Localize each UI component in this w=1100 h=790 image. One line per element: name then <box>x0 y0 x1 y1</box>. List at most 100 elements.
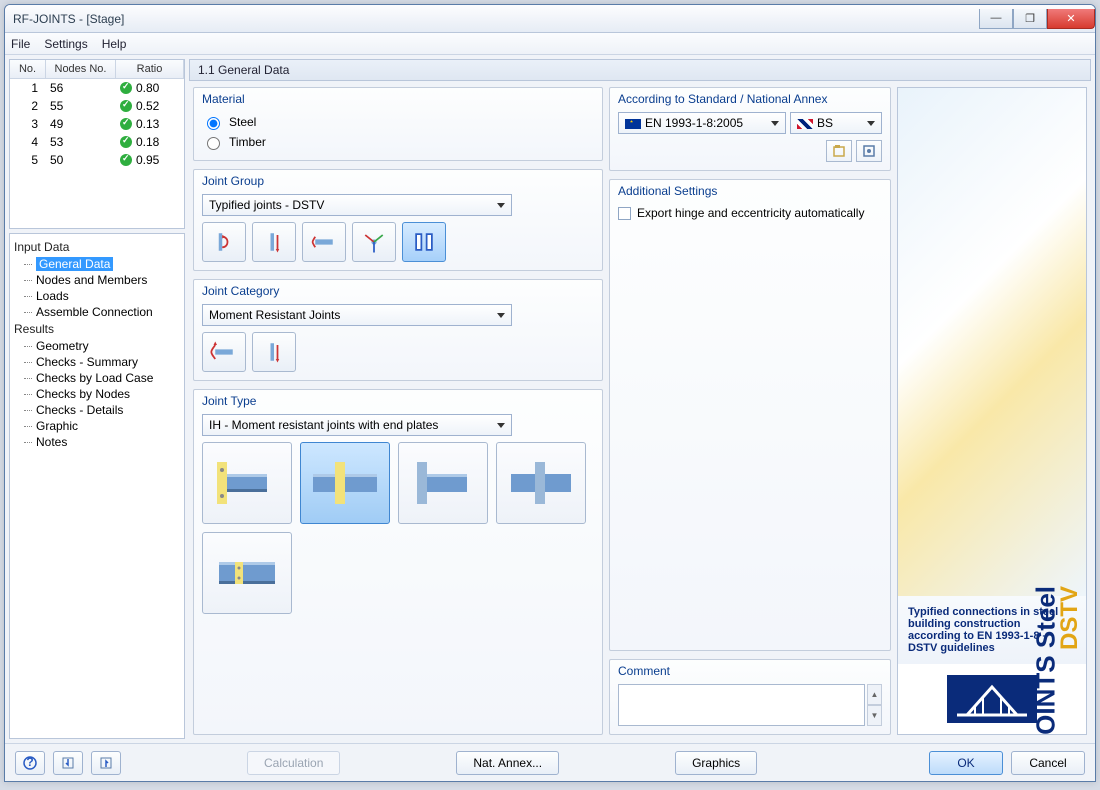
eu-flag-icon <box>625 119 641 129</box>
menu-help[interactable]: Help <box>102 37 127 51</box>
group-material-label: Material <box>194 88 602 108</box>
col-no[interactable]: No. <box>10 60 46 78</box>
check-ok-icon <box>120 82 132 94</box>
radio-timber-input[interactable] <box>207 137 220 150</box>
chevron-down-icon <box>497 423 505 428</box>
tree-item-geometry[interactable]: Geometry <box>14 338 182 354</box>
group-joint-type-label: Joint Type <box>194 390 602 410</box>
tree-item-checks-lc[interactable]: Checks by Load Case <box>14 370 182 386</box>
calculation-button[interactable]: Calculation <box>247 751 340 775</box>
joint-cat-opt-1[interactable] <box>202 332 246 372</box>
checkbox-icon[interactable] <box>618 207 631 220</box>
chk-export-hinge[interactable]: Export hinge and eccentricity automatica… <box>618 204 882 222</box>
grid-row[interactable]: 1 56 0.80 <box>10 79 184 97</box>
col-nodes[interactable]: Nodes No. <box>46 60 116 78</box>
group-joint-category: Joint Category Moment Resistant Joints <box>193 279 603 381</box>
radio-steel-input[interactable] <box>207 117 220 130</box>
combo-annex[interactable]: BS <box>790 112 882 134</box>
joint-group-opt-5[interactable] <box>402 222 446 262</box>
product-banner: RF-JOINTS Steel DSTV Typified connection… <box>897 87 1087 735</box>
combo-joint-category[interactable]: Moment Resistant Joints <box>202 304 512 326</box>
comment-scroll[interactable]: ▲▼ <box>867 684 882 726</box>
tree-item-nodes[interactable]: Nodes and Members <box>14 272 182 288</box>
svg-text:?: ? <box>26 756 33 769</box>
radio-steel[interactable]: Steel <box>202 112 594 132</box>
comment-input[interactable] <box>618 684 865 726</box>
grid-row[interactable]: 3 49 0.13 <box>10 115 184 133</box>
uk-flag-icon <box>797 119 813 129</box>
group-standard-label: According to Standard / National Annex <box>610 88 890 108</box>
chevron-down-icon <box>497 203 505 208</box>
results-grid: No. Nodes No. Ratio 1 56 0.80 2 55 0.52 … <box>9 59 185 229</box>
joint-type-thumb-2[interactable] <box>300 442 390 524</box>
joint-type-thumb-1[interactable] <box>202 442 292 524</box>
close-button[interactable]: ✕ <box>1047 9 1095 29</box>
content: No. Nodes No. Ratio 1 56 0.80 2 55 0.52 … <box>5 55 1095 743</box>
grid-row[interactable]: 2 55 0.52 <box>10 97 184 115</box>
tree-item-checks-details[interactable]: Checks - Details <box>14 402 182 418</box>
tree-item-assemble[interactable]: Assemble Connection <box>14 304 182 320</box>
chevron-down-icon <box>771 121 779 126</box>
group-additional: Additional Settings Export hinge and ecc… <box>609 179 891 651</box>
banner-subtitle: DSTV <box>1056 586 1084 650</box>
menubar: File Settings Help <box>5 33 1095 55</box>
menu-file[interactable]: File <box>11 37 30 51</box>
group-joint-type: Joint Type IH - Moment resistant joints … <box>193 389 603 735</box>
tree-item-loads[interactable]: Loads <box>14 288 182 304</box>
group-comment-label: Comment <box>610 660 890 680</box>
check-ok-icon <box>120 154 132 166</box>
joint-type-thumb-3[interactable] <box>398 442 488 524</box>
main-panel: 1.1 General Data Material Steel <box>189 59 1091 739</box>
grid-row[interactable]: 5 50 0.95 <box>10 151 184 169</box>
cancel-button[interactable]: Cancel <box>1011 751 1085 775</box>
chevron-down-icon <box>497 313 505 318</box>
check-ok-icon <box>120 118 132 130</box>
combo-joint-group[interactable]: Typified joints - DSTV <box>202 194 512 216</box>
combo-standard[interactable]: EN 1993-1-8:2005 <box>618 112 786 134</box>
chevron-down-icon <box>867 121 875 126</box>
export-button[interactable] <box>91 751 121 775</box>
group-comment: Comment ▲▼ <box>609 659 891 735</box>
joint-cat-opt-2[interactable] <box>252 332 296 372</box>
grid-header: No. Nodes No. Ratio <box>10 60 184 79</box>
nav-tree: Input Data General Data Nodes and Member… <box>9 233 185 739</box>
import-button[interactable] <box>53 751 83 775</box>
app-window: RF-JOINTS - [Stage] — ❐ ✕ File Settings … <box>4 4 1096 782</box>
joint-group-opt-1[interactable] <box>202 222 246 262</box>
titlebar: RF-JOINTS - [Stage] — ❐ ✕ <box>5 5 1095 33</box>
ok-button[interactable]: OK <box>929 751 1003 775</box>
left-column: No. Nodes No. Ratio 1 56 0.80 2 55 0.52 … <box>9 59 185 739</box>
joint-group-opt-2[interactable] <box>252 222 296 262</box>
joint-group-opt-3[interactable] <box>302 222 346 262</box>
group-joint-group-label: Joint Group <box>194 170 602 190</box>
help-button[interactable]: ? <box>15 751 45 775</box>
combo-joint-type[interactable]: IH - Moment resistant joints with end pl… <box>202 414 512 436</box>
annex-edit-button[interactable] <box>856 140 882 162</box>
minimize-button[interactable]: — <box>979 9 1013 29</box>
group-material: Material Steel Timber <box>193 87 603 161</box>
check-ok-icon <box>120 136 132 148</box>
form-left: Material Steel Timber <box>193 87 603 735</box>
tree-item-graphic[interactable]: Graphic <box>14 418 182 434</box>
tree-item-general[interactable]: General Data <box>14 256 182 272</box>
tree-item-checks-summary[interactable]: Checks - Summary <box>14 354 182 370</box>
joint-group-opt-4[interactable] <box>352 222 396 262</box>
grid-row[interactable]: 4 53 0.18 <box>10 133 184 151</box>
group-standard: According to Standard / National Annex E… <box>609 87 891 171</box>
menu-settings[interactable]: Settings <box>44 37 87 51</box>
tree-item-checks-nodes[interactable]: Checks by Nodes <box>14 386 182 402</box>
maximize-button[interactable]: ❐ <box>1013 9 1047 29</box>
radio-timber[interactable]: Timber <box>202 132 594 152</box>
joint-type-thumb-4[interactable] <box>496 442 586 524</box>
tree-item-notes[interactable]: Notes <box>14 434 182 450</box>
joint-type-thumb-5[interactable] <box>202 532 292 614</box>
window-title: RF-JOINTS - [Stage] <box>13 12 979 26</box>
page-title: 1.1 General Data <box>189 59 1091 81</box>
col-ratio[interactable]: Ratio <box>116 60 184 78</box>
tree-heading-results: Results <box>14 320 182 338</box>
annex-new-button[interactable] <box>826 140 852 162</box>
check-ok-icon <box>120 100 132 112</box>
graphics-button[interactable]: Graphics <box>675 751 757 775</box>
group-additional-label: Additional Settings <box>610 180 890 200</box>
nat-annex-button[interactable]: Nat. Annex... <box>456 751 559 775</box>
